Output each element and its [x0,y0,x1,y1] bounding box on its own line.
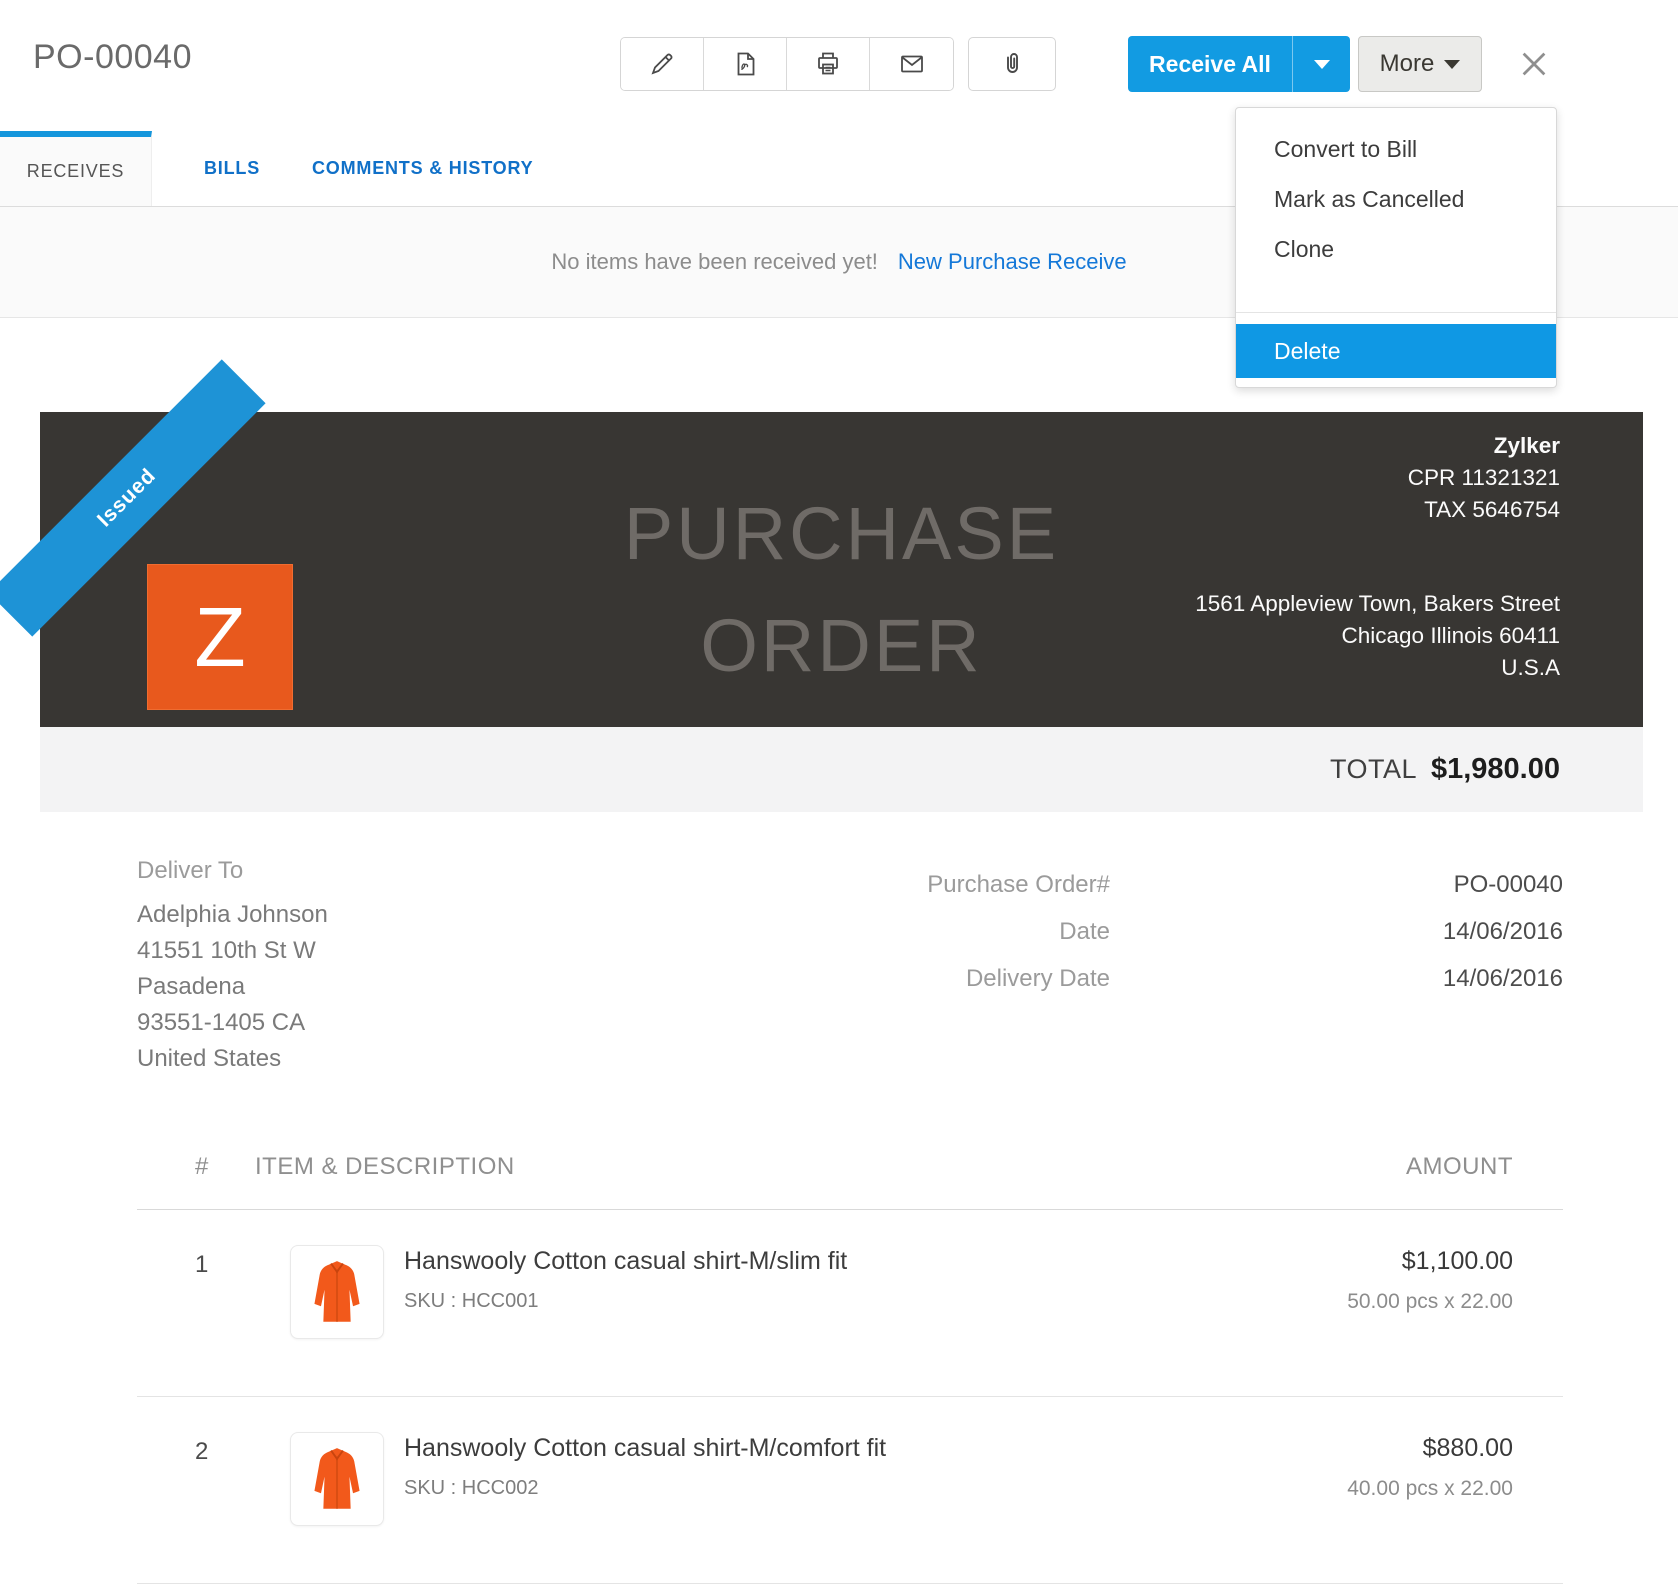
menu-item-convert-to-bill[interactable]: Convert to Bill [1236,124,1556,174]
receive-all-button[interactable]: Receive All [1128,36,1292,92]
chevron-down-icon [1444,60,1460,69]
company-address-line: 1561 Appleview Town, Bakers Street [1195,588,1560,620]
company-cpr: CPR 11321321 [1195,462,1560,494]
receive-all-caret-button[interactable] [1292,36,1350,92]
column-header-index: # [195,1153,255,1181]
tab-bills[interactable]: BILLS [178,131,286,206]
company-address-line: Chicago Illinois 60411 [1195,620,1560,652]
po-document-header: Issued Z PURCHASE ORDER Zylker CPR 11321… [40,412,1643,727]
deliver-to-country: United States [137,1041,328,1077]
item-thumbnail [290,1245,384,1339]
menu-item-delete[interactable]: Delete [1236,324,1556,378]
more-dropdown-menu: Convert to Bill Mark as Cancelled Clone … [1235,107,1557,388]
company-tax: TAX 5646754 [1195,494,1560,526]
item-quantity-rate: 50.00 pcs x 22.00 [1347,1290,1513,1314]
item-sku: SKU : HCC002 [404,1477,1347,1500]
table-row: 2 Hanswooly Cotton casual shirt-M/comfor… [137,1397,1563,1584]
total-label: TOTAL [1330,754,1417,785]
deliver-to-street: 41551 10th St W [137,933,328,969]
empty-state-message: No items have been received yet! [551,249,878,275]
more-button-label: More [1380,50,1435,78]
table-row: 1 Hanswooly Cotton casual shirt-M/slim f… [137,1210,1563,1397]
new-purchase-receive-link[interactable]: New Purchase Receive [898,249,1127,275]
printer-icon [814,50,842,78]
po-date-label: Date [1059,908,1110,955]
column-header-amount: AMOUNT [1406,1153,1513,1181]
more-button[interactable]: More [1358,36,1482,92]
table-header-row: # ITEM & DESCRIPTION AMOUNT [137,1153,1563,1210]
deliver-to-zip: 93551-1405 CA [137,1005,328,1041]
item-quantity-rate: 40.00 pcs x 22.00 [1347,1477,1513,1501]
document-actions-group [620,37,954,91]
po-date-value: 14/06/2016 [1110,908,1563,955]
item-thumbnail [290,1432,384,1526]
company-info: Zylker CPR 11321321 TAX 5646754 1561 App… [1195,430,1560,684]
edit-button[interactable] [621,38,704,90]
orange-shirt-image [299,1441,375,1517]
deliver-to-block: Deliver To Adelphia Johnson 41551 10th S… [137,857,328,1077]
column-header-item: ITEM & DESCRIPTION [255,1153,1406,1181]
po-delivery-date-label: Delivery Date [966,955,1110,1002]
item-amount: $880.00 [1347,1434,1513,1463]
paperclip-icon [998,50,1026,78]
chevron-down-icon [1314,60,1330,69]
orange-shirt-image [299,1254,375,1330]
menu-item-mark-as-cancelled[interactable]: Mark as Cancelled [1236,174,1556,224]
po-number-label: Purchase Order# [927,861,1110,908]
company-name: Zylker [1195,430,1560,462]
menu-item-clone[interactable]: Clone [1236,224,1556,274]
po-details-block: Purchase Order# PO-00040 Date 14/06/2016… [927,861,1563,1077]
item-name: Hanswooly Cotton casual shirt-M/slim fit [404,1247,1347,1276]
email-button[interactable] [870,38,953,90]
item-name: Hanswooly Cotton casual shirt-M/comfort … [404,1434,1347,1463]
page-title: PO-00040 [33,38,192,77]
company-address-line: U.S.A [1195,652,1560,684]
total-band: TOTAL $1,980.00 [40,727,1643,812]
pdf-file-icon [731,50,759,78]
receive-all-split-button: Receive All [1128,36,1350,92]
pdf-button[interactable] [704,38,787,90]
print-button[interactable] [787,38,870,90]
close-button[interactable] [1516,46,1552,82]
deliver-to-city: Pasadena [137,969,328,1005]
tab-receives[interactable]: RECEIVES [0,131,152,206]
po-number-value: PO-00040 [1110,861,1563,908]
po-delivery-date-value: 14/06/2016 [1110,955,1563,1002]
menu-divider [1236,312,1556,313]
purchase-order-document: Issued Z PURCHASE ORDER Zylker CPR 11321… [40,412,1643,1584]
item-sku: SKU : HCC001 [404,1290,1347,1313]
attachment-button[interactable] [968,37,1056,91]
line-items-table: # ITEM & DESCRIPTION AMOUNT 1 H [137,1153,1563,1584]
pencil-icon [648,50,676,78]
item-amount: $1,100.00 [1347,1247,1513,1276]
deliver-to-label: Deliver To [137,857,328,885]
close-icon [1519,49,1549,79]
line-item-index: 1 [195,1245,290,1339]
tab-comments-history[interactable]: COMMENTS & HISTORY [286,131,559,206]
total-value: $1,980.00 [1431,753,1560,786]
po-document-body: Deliver To Adelphia Johnson 41551 10th S… [40,857,1643,1584]
deliver-to-name: Adelphia Johnson [137,897,328,933]
envelope-icon [898,50,926,78]
line-item-index: 2 [195,1432,290,1526]
menu-spacer [1236,274,1556,312]
